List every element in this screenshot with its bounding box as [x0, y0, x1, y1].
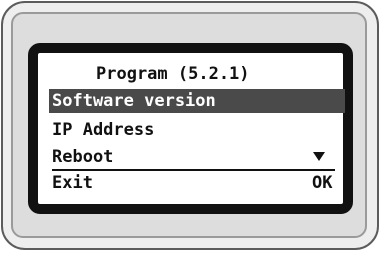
- down-triangle-icon: [313, 152, 325, 161]
- ok-softkey[interactable]: OK: [312, 173, 332, 193]
- menu-item-reboot[interactable]: Reboot: [52, 147, 113, 167]
- menu-title: Program (5.2.1): [96, 64, 250, 84]
- menu-item-ip-address[interactable]: IP Address: [52, 120, 154, 140]
- menu-item-software-version-label: Software version: [52, 91, 216, 111]
- exit-softkey[interactable]: Exit: [52, 173, 93, 193]
- softkey-divider: [52, 169, 335, 171]
